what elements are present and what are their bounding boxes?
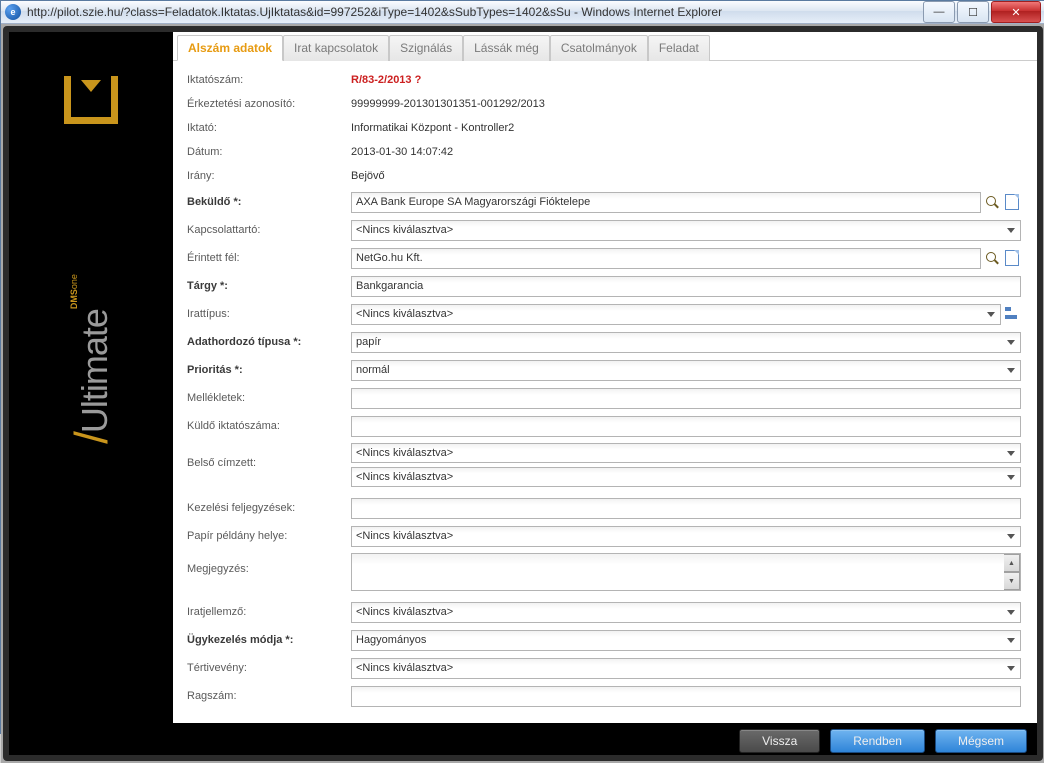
label-iratjellemzo: Iratjellemző: (187, 606, 351, 618)
app-body: /UltimateDMSone Alszám adatok Irat kapcs… (9, 32, 1037, 723)
value-datum: 2013-01-30 14:07:42 (351, 146, 1021, 158)
form-panel: Iktatószám:R/83-2/2013 ? Érkeztetési azo… (173, 61, 1037, 723)
document-icon (1005, 194, 1019, 210)
irattipus-select[interactable]: <Nincs kiválasztva> (351, 304, 1001, 325)
kuldo-iktatoszama-input[interactable] (351, 416, 1021, 437)
label-iktatoszam: Iktatószám: (187, 74, 351, 86)
value-erkeztetesi: 99999999-201301301351-001292/2013 (351, 98, 1021, 110)
megjegyzes-scroll[interactable]: ▲▼ (1004, 554, 1020, 590)
label-targy: Tárgy *: (187, 280, 351, 292)
value-iktatoszam: R/83-2/2013 ? (351, 74, 1021, 86)
browser-window: e http://pilot.szie.hu/?class=Feladatok.… (0, 0, 1044, 734)
outer-frame: /UltimateDMSone Alszám adatok Irat kapcs… (1, 24, 1044, 763)
tab-feladat[interactable]: Feladat (648, 35, 710, 61)
erintett-new-button[interactable] (1003, 248, 1021, 268)
iratjellemzo-select[interactable]: <Nincs kiválasztva> (351, 602, 1021, 623)
tab-lassak-meg[interactable]: Lássák még (463, 35, 550, 61)
scroll-up-icon[interactable]: ▲ (1004, 554, 1020, 572)
search-icon (986, 252, 998, 264)
label-kuldo-iktatoszama: Küldő iktatószáma: (187, 420, 351, 432)
label-erkeztetesi: Érkeztetési azonosító: (187, 98, 351, 110)
label-bekuldo: Beküldő *: (187, 196, 351, 208)
rendben-button[interactable]: Rendben (830, 729, 925, 753)
tab-bar: Alszám adatok Irat kapcsolatok Szignálás… (173, 32, 1037, 61)
label-irattipus: Irattípus: (187, 308, 351, 320)
close-button[interactable]: ✕ (991, 1, 1041, 23)
kezelesi-input[interactable] (351, 498, 1021, 519)
brand-suite: DMSone (70, 274, 79, 309)
irattipus-tree-button[interactable] (1003, 304, 1021, 324)
window-title: http://pilot.szie.hu/?class=Feladatok.Ik… (27, 5, 923, 19)
prioritas-select[interactable]: normál (351, 360, 1021, 381)
label-belso-cimzett: Belső címzett: (187, 443, 351, 469)
tab-irat-kapcsolatok[interactable]: Irat kapcsolatok (283, 35, 389, 61)
vissza-button[interactable]: Vissza (739, 729, 820, 753)
label-datum: Dátum: (187, 146, 351, 158)
content-area: Alszám adatok Irat kapcsolatok Szignálás… (173, 32, 1037, 723)
label-kezelesi: Kezelési feljegyzések: (187, 502, 351, 514)
app-chrome: /UltimateDMSone Alszám adatok Irat kapcs… (3, 26, 1043, 761)
belso-cimzett-select-1[interactable]: <Nincs kiválasztva> (351, 443, 1021, 463)
label-adathordozo: Adathordozó típusa *: (187, 336, 351, 348)
megsem-button[interactable]: Mégsem (935, 729, 1027, 753)
brand-slash: / (65, 433, 117, 444)
value-iktato: Informatikai Központ - Kontroller2 (351, 122, 1021, 134)
belso-cimzett-select-2[interactable]: <Nincs kiválasztva> (351, 467, 1021, 487)
adathordozo-select[interactable]: papír (351, 332, 1021, 353)
papir-hely-select[interactable]: <Nincs kiválasztva> (351, 526, 1021, 547)
ie-favicon: e (5, 4, 21, 20)
maximize-button[interactable]: ☐ (957, 1, 989, 23)
label-ragszam: Ragszám: (187, 690, 351, 702)
sidebar: /UltimateDMSone (9, 32, 173, 723)
label-erintett: Érintett fél: (187, 252, 351, 264)
tab-szignalas[interactable]: Szignálás (389, 35, 463, 61)
brand-name: Ultimate (74, 309, 115, 433)
ugykezeles-select[interactable]: Hagyományos (351, 630, 1021, 651)
label-tertiveveny: Tértivevény: (187, 662, 351, 674)
scroll-down-icon[interactable]: ▼ (1004, 572, 1020, 590)
label-prioritas: Prioritás *: (187, 364, 351, 376)
label-mellekletek: Mellékletek: (187, 392, 351, 404)
tab-csatolmanyok[interactable]: Csatolmányok (550, 35, 648, 61)
value-irany: Bejövő (351, 170, 1021, 182)
bekuldo-input[interactable]: AXA Bank Europe SA Magyarországi Fióktel… (351, 192, 981, 213)
search-icon (986, 196, 998, 208)
minimize-button[interactable]: — (923, 1, 955, 23)
mellekletek-input[interactable] (351, 388, 1021, 409)
targy-input[interactable]: Bankgarancia (351, 276, 1021, 297)
label-papir-hely: Papír példány helye: (187, 530, 351, 542)
megjegyzes-textarea[interactable] (351, 553, 1021, 591)
erintett-lookup-button[interactable] (983, 248, 1001, 268)
bekuldo-lookup-button[interactable] (983, 192, 1001, 212)
bekuldo-new-button[interactable] (1003, 192, 1021, 212)
tab-alszam-adatok[interactable]: Alszám adatok (177, 35, 283, 61)
label-iktato: Iktató: (187, 122, 351, 134)
label-kapcsolattarto: Kapcsolattartó: (187, 224, 351, 236)
tertiveveny-select[interactable]: <Nincs kiválasztva> (351, 658, 1021, 679)
brand-text: /UltimateDMSone (64, 274, 118, 444)
ragszam-input[interactable] (351, 686, 1021, 707)
document-icon (1005, 250, 1019, 266)
erintett-input[interactable]: NetGo.hu Kft. (351, 248, 981, 269)
logo-icon (56, 76, 126, 132)
footer-buttons: Vissza Rendben Mégsem (9, 723, 1037, 755)
label-megjegyzes: Megjegyzés: (187, 553, 351, 575)
tree-icon (1005, 307, 1019, 321)
label-ugykezeles: Ügykezelés módja *: (187, 634, 351, 646)
kapcsolattarto-select[interactable]: <Nincs kiválasztva> (351, 220, 1021, 241)
label-irany: Irány: (187, 170, 351, 182)
titlebar: e http://pilot.szie.hu/?class=Feladatok.… (1, 1, 1044, 24)
